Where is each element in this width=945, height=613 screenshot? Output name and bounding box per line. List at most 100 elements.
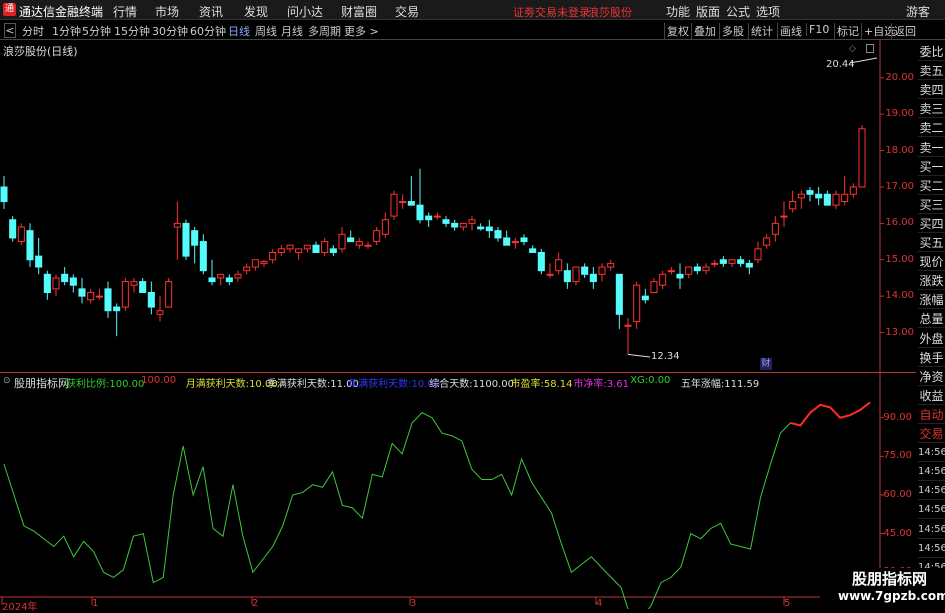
- indicator-settings-icon[interactable]: ⊙: [3, 376, 11, 386]
- indicator-field-6: 市盈率:58.14: [511, 375, 573, 390]
- candle-body: [269, 251, 277, 261]
- chart-canvas[interactable]: [0, 0, 945, 609]
- candle-body: [477, 226, 485, 230]
- pane-divider: [0, 372, 916, 373]
- candle-body: [303, 244, 311, 250]
- candle-body: [225, 277, 233, 283]
- candle-body: [832, 193, 840, 206]
- chart-title: 浪莎股份(日线): [3, 45, 78, 58]
- candle-body: [563, 270, 571, 283]
- price-tick-4: 16.00: [885, 217, 914, 229]
- candle-body: [806, 190, 814, 195]
- candle-body: [780, 215, 788, 218]
- candle-body: [173, 222, 181, 228]
- candle-body: [312, 244, 320, 253]
- indicator-tick-3: 45.00: [883, 527, 912, 539]
- candle-body: [589, 273, 597, 283]
- price-tick-1: 19.00: [885, 108, 914, 120]
- candle-body: [815, 193, 823, 199]
- indicator-tick-2: 60.00: [883, 489, 912, 500]
- candle-body: [52, 277, 60, 290]
- indicator-field-4: 年满获利天数:10.00: [348, 375, 440, 390]
- candle-body: [598, 266, 606, 275]
- candle-body: [373, 230, 381, 243]
- candle-body: [147, 292, 155, 308]
- indicator-field-3: 季满获利天数:11.00: [267, 375, 359, 390]
- indicator-field-value: 1100.00: [472, 379, 515, 390]
- indicator-field-0: 获利比例:100.00: [66, 375, 144, 390]
- price-tick-2: 18.00: [885, 144, 914, 156]
- candle-body: [581, 266, 589, 275]
- candle-body: [676, 273, 684, 279]
- candle-body: [87, 292, 95, 301]
- candle-body: [763, 237, 771, 246]
- indicator-field-label: 市净率:: [573, 379, 607, 390]
- candle-body: [607, 262, 615, 268]
- indicator-tick-1: 75.00: [883, 450, 912, 462]
- candle-body: [537, 251, 545, 272]
- finance-badge[interactable]: 财: [760, 358, 772, 370]
- indicator-field-value: 111.59: [724, 379, 760, 390]
- candle-body: [433, 215, 441, 218]
- candle-body: [641, 295, 649, 301]
- watermark-title: 股朋指标网: [852, 570, 928, 588]
- candle-body: [416, 204, 424, 221]
- time-label-2: 2: [252, 598, 259, 609]
- candle-body: [624, 324, 632, 327]
- price-tick-0: 20.00: [885, 71, 914, 83]
- candle-body: [841, 193, 849, 203]
- candle-body: [69, 277, 77, 286]
- candle-body: [425, 215, 433, 221]
- indicator-field-label: 月满获利天数:: [185, 379, 250, 390]
- candle-body: [0, 186, 8, 203]
- indicator-field-value: 3.61: [606, 379, 630, 390]
- candle-body: [139, 281, 147, 294]
- time-label-3: 3: [410, 598, 417, 609]
- candle-body: [711, 262, 719, 265]
- price-tick-6: 14.00: [885, 290, 914, 302]
- candle-body: [234, 273, 242, 279]
- indicator-field-8: XG:0.00: [630, 375, 670, 386]
- candle-body: [546, 273, 554, 276]
- indicator-field-label: 市盈率:: [510, 379, 544, 390]
- watermark-url: www.7gpzb.com: [838, 589, 945, 603]
- candle-body: [719, 259, 727, 264]
- indicator-name[interactable]: 股朋指标网: [14, 375, 69, 391]
- indicator-field-label: 综合天数:: [429, 379, 473, 390]
- indicator-field-label: 获利比例:: [66, 379, 110, 390]
- candle-body: [745, 262, 753, 268]
- candle-body: [26, 230, 34, 261]
- candle-body: [321, 241, 329, 253]
- candle-body: [95, 295, 103, 298]
- candle-body: [355, 241, 363, 246]
- candle-body: [451, 222, 459, 228]
- candle-body: [520, 237, 528, 243]
- candle-body: [728, 259, 736, 264]
- candle-body: [633, 284, 641, 323]
- indicator-field-label: 年满获利天数:: [348, 379, 412, 390]
- diamond-icon[interactable]: ◇: [849, 44, 856, 54]
- candle-body: [347, 237, 355, 243]
- candle-body: [208, 277, 216, 283]
- candle-body: [823, 193, 831, 206]
- candle-body: [468, 219, 476, 224]
- candle-body: [191, 230, 199, 246]
- candle-body: [121, 281, 129, 308]
- candle-body: [849, 186, 857, 195]
- candle-body: [61, 273, 69, 283]
- candle-body: [329, 248, 337, 253]
- time-label-0: 2024年: [2, 602, 38, 613]
- candle-body: [43, 273, 51, 294]
- candle-body: [17, 226, 25, 243]
- low-price-label: 12.34: [651, 351, 680, 362]
- indicator-field-2: 月满获利天数:10.00: [186, 375, 278, 390]
- candle-body: [199, 241, 207, 272]
- indicator-line-red: [790, 401, 871, 427]
- chart-config-icon[interactable]: [866, 44, 874, 53]
- candle-body: [529, 248, 537, 253]
- candle-body: [858, 128, 866, 188]
- candle-body: [277, 248, 285, 253]
- candle-body: [572, 266, 580, 283]
- candle-body: [390, 193, 398, 217]
- candle-body: [251, 259, 259, 268]
